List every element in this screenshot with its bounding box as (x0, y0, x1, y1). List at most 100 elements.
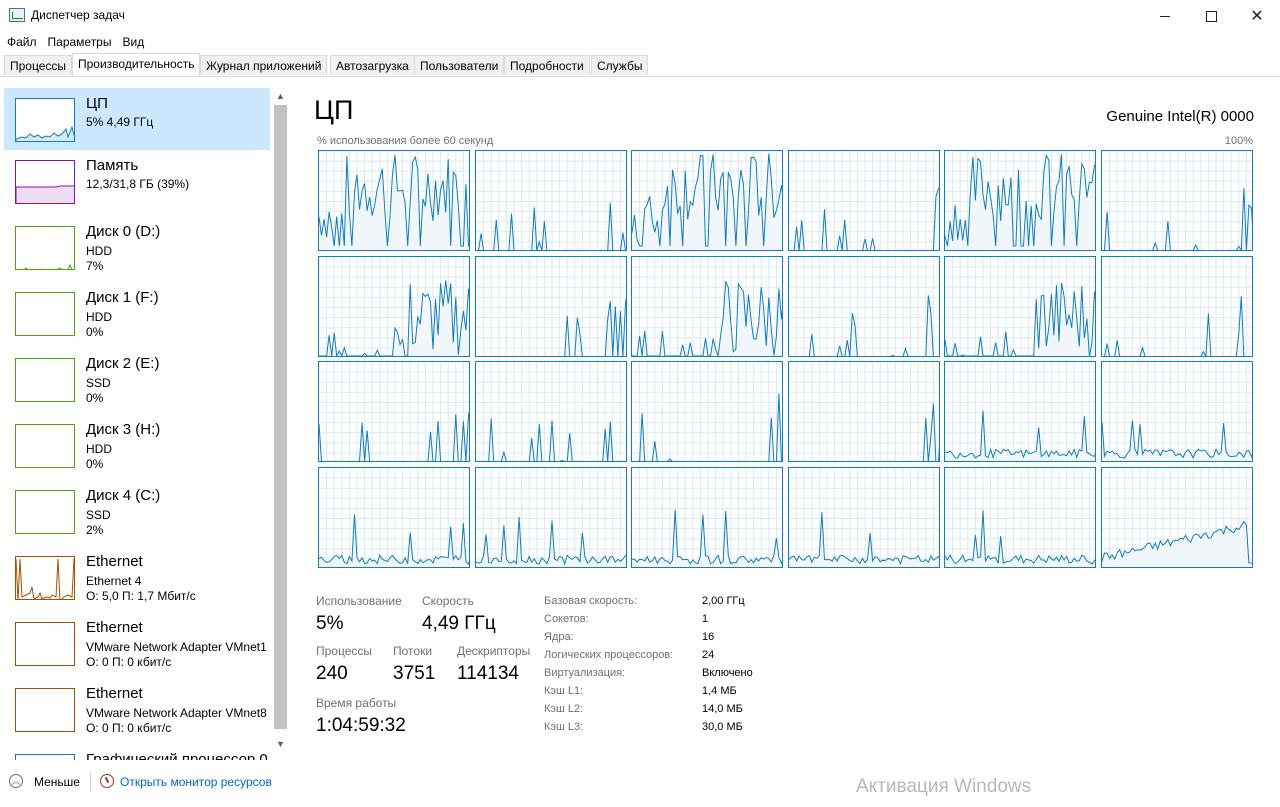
logical-processor-sparkline (476, 257, 626, 356)
logical-processor-graph (475, 467, 627, 568)
logical-processor-sparkline (632, 151, 782, 250)
sidebar-item-title: Диск 4 (C:) (86, 487, 161, 504)
menu-bar: Файл Параметры Вид (0, 32, 1280, 52)
uptime-label: Время работы (316, 696, 397, 710)
logical-processor-graph (631, 361, 783, 462)
logical-processor-graph (944, 467, 1096, 568)
maximize-button[interactable] (1188, 0, 1234, 32)
sidebar-item-title: Диск 1 (F:) (86, 289, 159, 306)
sidebar-item-title: Диск 2 (E:) (86, 355, 160, 372)
threads-label: Потоки (393, 644, 433, 658)
sidebar-item-disk-0[interactable]: Диск 0 (D:) HDD 7% (4, 216, 270, 278)
logical-processor-sparkline (945, 257, 1095, 356)
spec-label: Ядра: (544, 631, 574, 643)
chevron-up-icon[interactable]: ︿ (9, 774, 23, 788)
menu-view[interactable]: Вид (115, 32, 148, 52)
sidebar-item-disk-4[interactable]: Диск 4 (C:) SSD 2% (4, 480, 270, 542)
spec-value: 30,0 МБ (702, 721, 743, 733)
spec-label: Базовая скорость: (544, 595, 638, 607)
page-title: ЦП (314, 95, 354, 125)
minimize-icon (1160, 15, 1170, 17)
sidebar-item-type: HDD (86, 310, 112, 324)
tab-users[interactable]: Пользователи (414, 55, 505, 75)
spec-label: Виртуализация: (544, 667, 626, 679)
scroll-up-icon[interactable]: ▲ (276, 91, 285, 101)
logical-processor-graph (631, 467, 783, 568)
sidebar-item-memory[interactable]: Память 12,3/31,8 ГБ (39%) (4, 150, 270, 212)
sidebar-item-gpu-0[interactable]: Графический процессор 0 (4, 744, 270, 760)
scroll-down-icon[interactable]: ▼ (276, 739, 285, 749)
logical-processor-sparkline (319, 362, 469, 461)
sidebar-item-throughput: О: 0 П: 0 кбит/с (86, 721, 172, 735)
menu-options[interactable]: Параметры (41, 32, 116, 52)
logical-processor-graph (788, 256, 940, 357)
logical-processor-sparkline (632, 362, 782, 461)
logical-processor-graph (475, 361, 627, 462)
sidebar-item-type: HDD (86, 244, 112, 258)
window-title: Диспетчер задач (31, 8, 125, 22)
logical-processor-graph (1101, 361, 1253, 462)
tab-app-history[interactable]: Журнал приложений (200, 55, 328, 75)
sidebar-item-disk-1[interactable]: Диск 1 (F:) HDD 0% (4, 282, 270, 344)
sidebar-item-ethernet-4[interactable]: Ethernet Ethernet 4 О: 5,0 П: 1,7 Мбит/с (4, 546, 270, 608)
disk-1-thumbnail-graph (15, 292, 75, 336)
cpu-thumbnail-svg (16, 125, 74, 141)
activation-watermark: Активация Windows (856, 776, 1032, 797)
close-icon: ✕ (1250, 8, 1264, 25)
spec-label: Кэш L1: (544, 685, 584, 697)
minimize-button[interactable] (1142, 0, 1188, 32)
sidebar-item-subtitle: 5% 4,49 ГГц (86, 115, 154, 129)
tab-services[interactable]: Службы (591, 55, 649, 75)
fewer-details-button[interactable]: Меньше (34, 775, 80, 789)
spec-value: 24 (702, 649, 715, 661)
logical-processor-sparkline (945, 151, 1095, 250)
logical-processor-graph (631, 256, 783, 357)
logical-processor-graph (788, 150, 940, 251)
sidebar-item-disk-2[interactable]: Диск 2 (E:) SSD 0% (4, 348, 270, 410)
tab-details[interactable]: Подробности (504, 55, 590, 75)
uptime-value: 1:04:59:32 (316, 715, 406, 736)
sidebar-scrollbar[interactable]: ▲ ▼ (272, 87, 289, 760)
logical-processor-sparkline (632, 257, 782, 356)
sidebar-item-type: SSD (86, 376, 111, 390)
scroll-thumb[interactable] (274, 105, 287, 729)
tab-processes[interactable]: Процессы (4, 55, 73, 75)
logical-processor-sparkline (476, 468, 626, 567)
logical-processor-sparkline (1102, 257, 1252, 356)
handles-label: Дескрипторы (457, 644, 531, 658)
sidebar-item-type: HDD (86, 442, 112, 456)
disk-3-thumbnail-graph (15, 424, 75, 468)
sidebar-item-ethernet-vmnet8[interactable]: Ethernet VMware Network Adapter VMnet8 О… (4, 678, 270, 740)
logical-processor-graph (944, 150, 1096, 251)
resource-monitor-icon[interactable] (100, 774, 114, 788)
tab-performance[interactable]: Производительность (72, 53, 201, 76)
sidebar-item-cpu[interactable]: ЦП 5% 4,49 ГГц (4, 88, 270, 150)
sidebar-item-ethernet-vmnet1[interactable]: Ethernet VMware Network Adapter VMnet1 О… (4, 612, 270, 674)
logical-processor-graph (1101, 467, 1253, 568)
sidebar-item-adapter: VMware Network Adapter VMnet8 (86, 706, 267, 720)
logical-processor-graph (631, 150, 783, 251)
tab-bar: Процессы Производительность Журнал прило… (0, 53, 1280, 77)
open-resource-monitor-link[interactable]: Открыть монитор ресурсов (120, 775, 272, 789)
graph-axis-max: 100% (1224, 135, 1253, 147)
title-bar[interactable]: Диспетчер задач ✕ (0, 0, 1280, 32)
sidebar-item-throughput: О: 5,0 П: 1,7 Мбит/с (86, 589, 196, 603)
cpu-thumbnail-graph (15, 98, 75, 142)
disk-2-thumbnail-graph (15, 358, 75, 402)
logical-processor-grid[interactable] (318, 150, 1253, 568)
close-button[interactable]: ✕ (1234, 0, 1280, 32)
tab-startup[interactable]: Автозагрузка (330, 55, 415, 75)
sidebar-item-subtitle: 12,3/31,8 ГБ (39%) (86, 177, 190, 191)
logical-processor-sparkline (945, 362, 1095, 461)
handles-value: 114134 (457, 663, 519, 684)
footer-divider (90, 773, 91, 791)
menu-file[interactable]: Файл (0, 32, 41, 52)
logical-processor-graph (475, 256, 627, 357)
spec-value: 2,00 ГГц (702, 595, 745, 607)
maximize-icon (1205, 10, 1217, 22)
logical-processor-graph (318, 467, 470, 568)
spec-value: 14,0 МБ (702, 703, 743, 715)
logical-processor-graph (318, 361, 470, 462)
sidebar-item-disk-3[interactable]: Диск 3 (H:) HDD 0% (4, 414, 270, 476)
spec-label: Сокетов: (544, 613, 589, 625)
